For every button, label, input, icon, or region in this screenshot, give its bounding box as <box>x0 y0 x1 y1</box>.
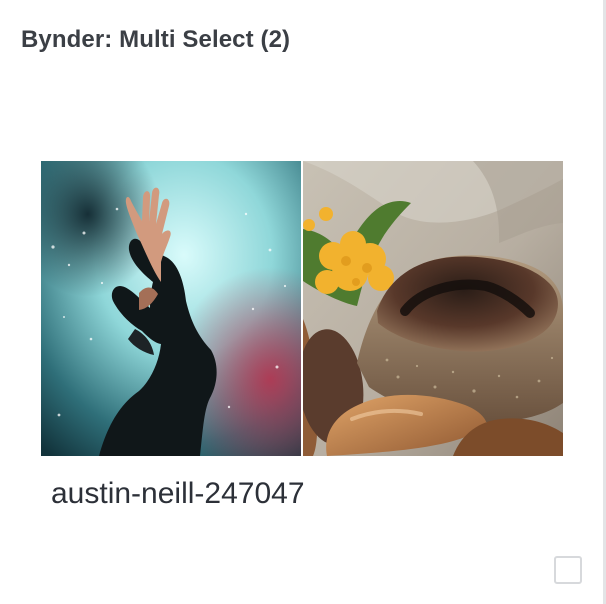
concert-performer-photo <box>41 161 301 456</box>
bynder-multi-select-panel: Bynder: Multi Select (2) austin-neill-24… <box>0 0 602 604</box>
bread-loaves-photo <box>303 161 563 456</box>
asset-thumbnail-concert[interactable] <box>41 161 301 456</box>
panel-title: Bynder: Multi Select (2) <box>21 26 291 53</box>
asset-select-checkbox[interactable] <box>554 556 582 584</box>
asset-thumbnail-bread[interactable] <box>303 161 563 456</box>
asset-gallery <box>41 161 563 456</box>
asset-name-label: austin-neill-247047 <box>51 477 305 510</box>
